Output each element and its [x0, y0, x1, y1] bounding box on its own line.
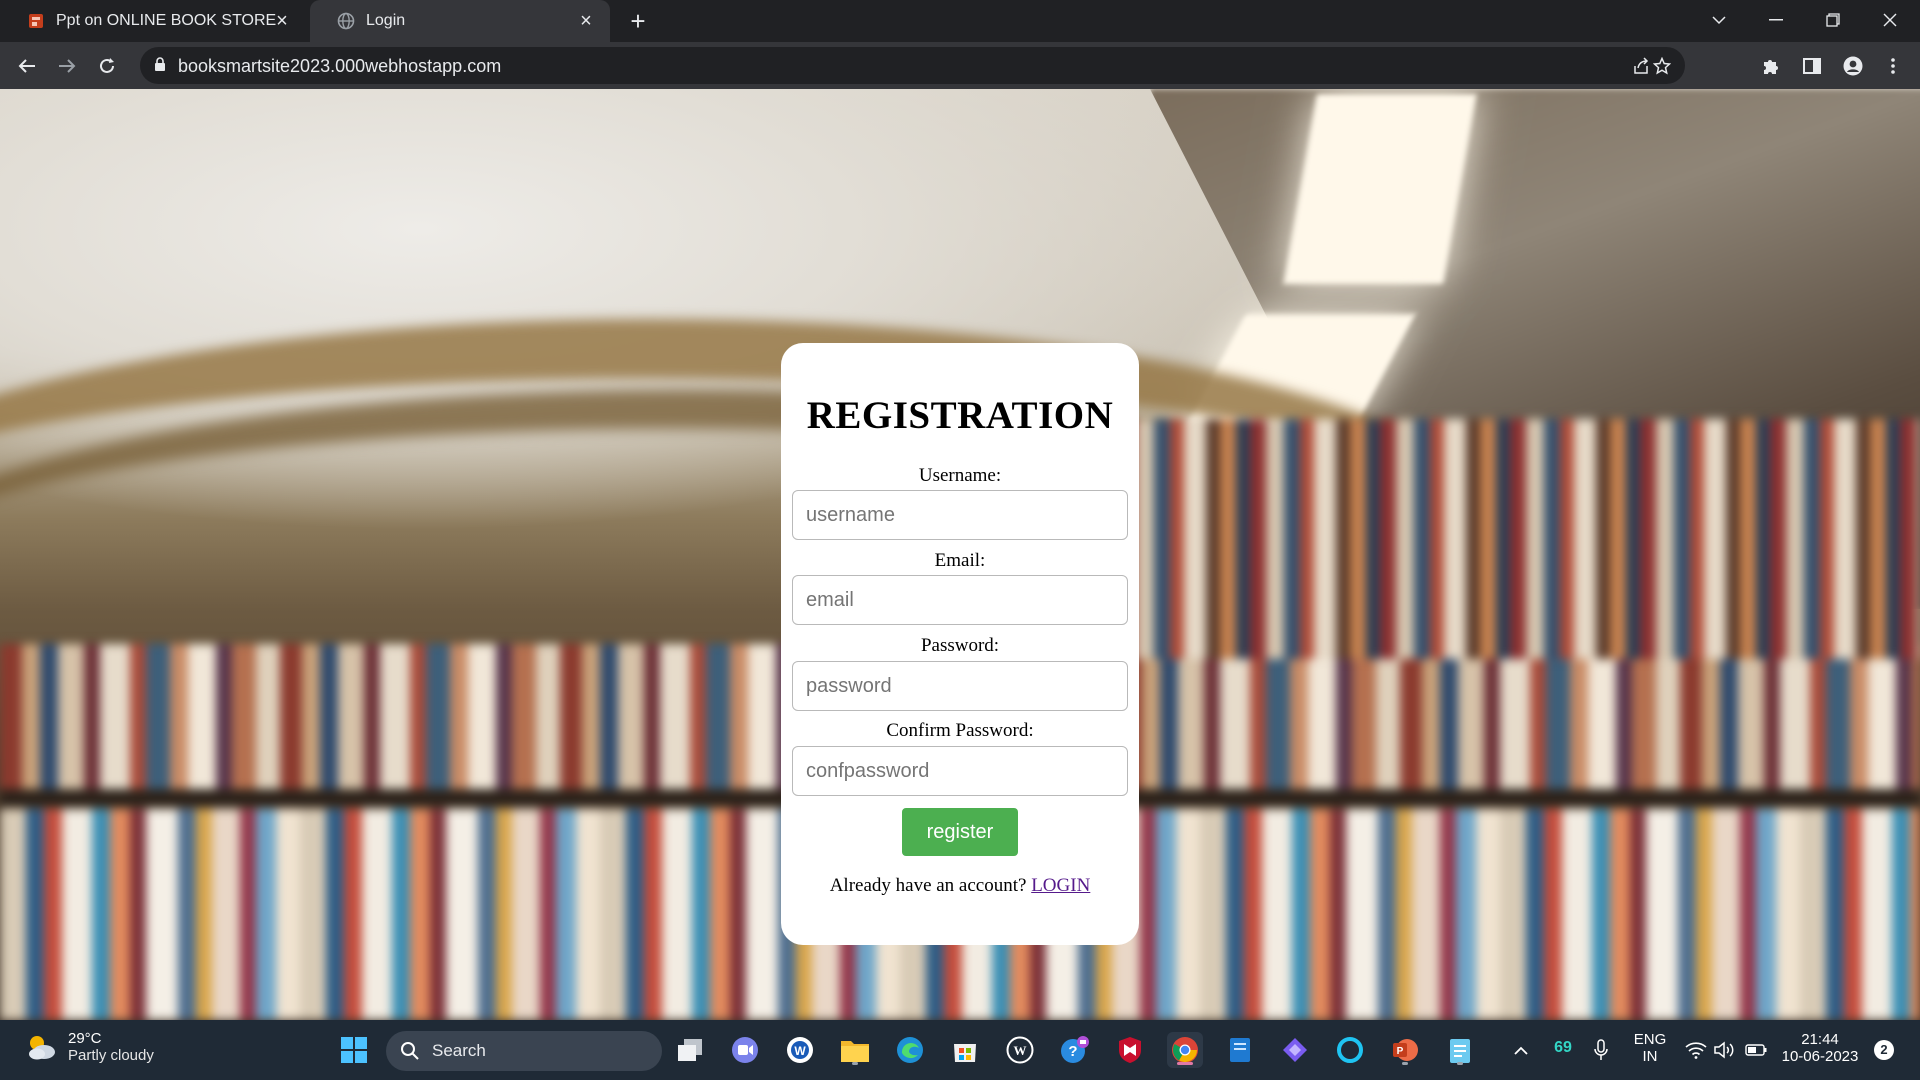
region-code: IN	[1642, 1048, 1658, 1065]
login-prompt-line: Already have an account? LOGIN	[781, 875, 1139, 897]
close-tab-icon[interactable]: ×	[272, 11, 292, 31]
weather-temperature: 29°C	[68, 1030, 102, 1047]
svg-text:?: ?	[1068, 1043, 1077, 1060]
wifi-icon[interactable]	[1683, 1032, 1709, 1068]
svg-text:W: W	[794, 1044, 806, 1058]
back-arrow-icon[interactable]	[11, 50, 43, 82]
reload-icon[interactable]	[91, 50, 123, 82]
running-indicator	[1457, 1062, 1463, 1065]
email-input[interactable]	[792, 575, 1128, 625]
svg-text:P: P	[1397, 1046, 1404, 1057]
microphone-icon[interactable]	[1586, 1032, 1616, 1068]
language-indicator[interactable]: ENG IN	[1630, 1031, 1670, 1065]
active-indicator	[1177, 1062, 1193, 1065]
windows-start-icon[interactable]	[336, 1032, 372, 1068]
get-help-icon[interactable]: ?	[1057, 1032, 1093, 1068]
tab-title: Ppt on ONLINE BOOK STORE	[56, 12, 277, 29]
mcafee-icon[interactable]	[1112, 1032, 1148, 1068]
new-tab-button[interactable]: +	[624, 8, 652, 36]
notification-count-badge[interactable]: 2	[1874, 1040, 1894, 1060]
notepad-app-icon[interactable]	[1442, 1032, 1478, 1068]
powerpoint-favicon-icon	[26, 11, 46, 31]
running-indicator	[1402, 1062, 1408, 1065]
clock-date: 10-06-2023	[1781, 1048, 1859, 1065]
login-link[interactable]: LOGIN	[1031, 875, 1090, 896]
side-panel-icon[interactable]	[1800, 54, 1824, 78]
browser-toolbar: booksmartsite2023.000webhostapp.com	[0, 42, 1920, 89]
clock-time: 21:44	[1801, 1031, 1839, 1048]
email-label: Email:	[934, 550, 986, 571]
taskbar-search[interactable]: Search	[386, 1031, 662, 1071]
profile-icon[interactable]	[1841, 54, 1865, 78]
search-icon	[400, 1041, 420, 1066]
tab-ppt-online-book-store[interactable]: Ppt on ONLINE BOOK STORE ×	[0, 0, 306, 42]
task-view-icon[interactable]	[672, 1032, 708, 1068]
confirm-password-label: Confirm Password:	[886, 720, 1034, 741]
forward-arrow-icon[interactable]	[51, 50, 83, 82]
clock[interactable]: 21:44 10-06-2023	[1780, 1031, 1860, 1065]
show-hidden-icons-chevron-icon[interactable]	[1505, 1032, 1537, 1068]
windows-taskbar: 29°C Partly cloudy Search W W ? P 69 ENG…	[0, 1020, 1920, 1080]
password-label: Password:	[920, 635, 1000, 656]
battery-icon[interactable]	[1742, 1032, 1770, 1068]
confirm-password-input[interactable]	[792, 746, 1128, 796]
tab-title: Login	[366, 12, 406, 29]
tab-search-chevron-icon[interactable]	[1699, 4, 1739, 36]
chrome-app-icon[interactable]	[1167, 1032, 1203, 1068]
weather-widget[interactable]: 29°C Partly cloudy	[24, 1030, 154, 1064]
restore-icon[interactable]	[1813, 4, 1853, 36]
tab-strip: Ppt on ONLINE BOOK STORE × Login × +	[0, 0, 1920, 42]
language-code: ENG	[1633, 1031, 1667, 1048]
globe-favicon-icon	[336, 11, 356, 31]
minimize-icon[interactable]	[1756, 4, 1796, 36]
register-button[interactable]: register	[902, 808, 1018, 856]
edge-browser-icon[interactable]	[892, 1032, 928, 1068]
extensions-puzzle-icon[interactable]	[1759, 54, 1783, 78]
teams-chat-icon[interactable]	[727, 1032, 763, 1068]
close-tab-icon[interactable]: ×	[576, 11, 596, 31]
share-icon[interactable]	[1630, 55, 1652, 77]
page-viewport: REGISTRATION Username: Email: Password: …	[0, 89, 1920, 1020]
word-app-icon[interactable]: W	[782, 1032, 818, 1068]
url-text: booksmartsite2023.000webhostapp.com	[178, 56, 502, 76]
alexa-icon[interactable]	[1332, 1032, 1368, 1068]
username-input[interactable]	[792, 490, 1128, 540]
page-title: REGISTRATION	[806, 394, 1114, 437]
wordpress-app-icon[interactable]: W	[1002, 1032, 1038, 1068]
login-prompt-text: Already have an account?	[829, 875, 1027, 896]
microsoft-store-icon[interactable]	[947, 1032, 983, 1068]
bookmark-star-icon[interactable]	[1651, 55, 1673, 77]
search-label: Search	[432, 1041, 486, 1060]
powerpoint-app-icon[interactable]: P	[1387, 1032, 1423, 1068]
running-indicator	[852, 1062, 858, 1065]
file-explorer-icon[interactable]	[837, 1032, 873, 1068]
notepad-blue-app-icon[interactable]	[1222, 1032, 1258, 1068]
close-window-icon[interactable]	[1870, 4, 1910, 36]
volume-icon[interactable]	[1712, 1032, 1738, 1068]
username-label: Username:	[918, 465, 1002, 486]
lock-icon[interactable]	[154, 57, 166, 77]
weather-condition: Partly cloudy	[68, 1047, 154, 1064]
registration-card: REGISTRATION Username: Email: Password: …	[781, 343, 1139, 945]
partly-cloudy-icon	[24, 1030, 58, 1064]
password-input[interactable]	[792, 661, 1128, 711]
svg-text:W: W	[1014, 1043, 1027, 1058]
power-automate-icon[interactable]	[1277, 1032, 1313, 1068]
more-menu-icon[interactable]	[1881, 54, 1905, 78]
tab-login[interactable]: Login ×	[310, 0, 610, 42]
tray-app-badge[interactable]: 69	[1548, 1039, 1578, 1057]
address-bar[interactable]: booksmartsite2023.000webhostapp.com	[140, 47, 1685, 84]
